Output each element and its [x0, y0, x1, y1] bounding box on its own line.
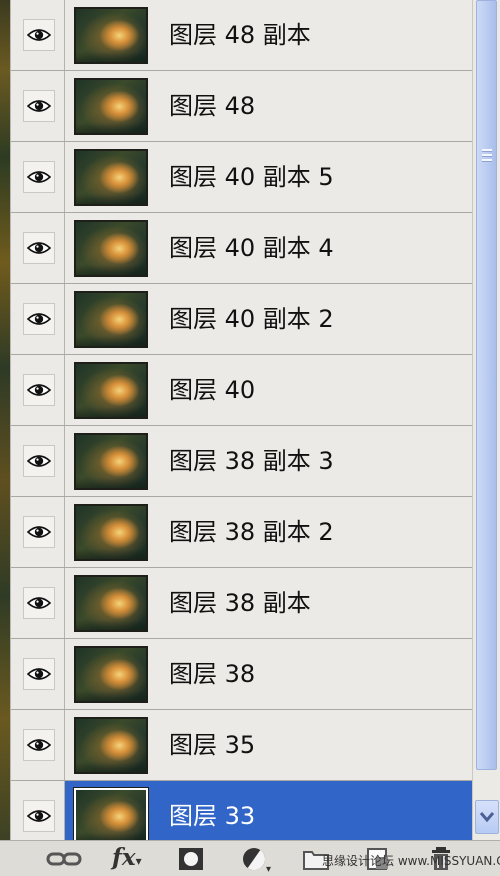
layer-row[interactable]: 图层 35 — [11, 710, 473, 781]
eye-icon[interactable] — [23, 800, 55, 832]
layer-thumbnail[interactable] — [74, 433, 148, 490]
layers-list: 图层 48 副本 图层 48 图层 40 副本 5 图层 40 副本 4 图层 … — [10, 0, 473, 840]
eye-icon[interactable] — [23, 374, 55, 406]
layer-name[interactable]: 图层 38 副本 2 — [169, 497, 334, 568]
layer-thumbnail[interactable] — [74, 7, 148, 64]
layer-name[interactable]: 图层 33 — [169, 781, 255, 840]
layer-thumbnail[interactable] — [74, 646, 148, 703]
layer-name[interactable]: 图层 40 副本 5 — [169, 142, 334, 213]
layer-thumbnail[interactable] — [74, 78, 148, 135]
layer-name[interactable]: 图层 48 — [169, 71, 255, 142]
link-layers-icon[interactable] — [44, 845, 86, 873]
visibility-cell[interactable] — [11, 639, 65, 709]
adjustment-layer-icon[interactable]: ▾ — [240, 845, 274, 873]
visibility-cell[interactable] — [11, 213, 65, 283]
layer-name[interactable]: 图层 40 副本 4 — [169, 213, 334, 284]
layer-thumbnail[interactable] — [74, 291, 148, 348]
layer-row[interactable]: 图层 40 副本 4 — [11, 213, 473, 284]
eye-icon[interactable] — [23, 587, 55, 619]
scroll-down-button[interactable] — [475, 800, 499, 834]
layer-name[interactable]: 图层 38 — [169, 639, 255, 710]
layer-thumbnail[interactable] — [74, 575, 148, 632]
visibility-cell[interactable] — [11, 0, 65, 70]
eye-icon[interactable] — [23, 161, 55, 193]
layer-row[interactable]: 图层 48 副本 — [11, 0, 473, 71]
layer-row[interactable]: 图层 48 — [11, 71, 473, 142]
layer-name[interactable]: 图层 40 — [169, 355, 255, 426]
visibility-cell[interactable] — [11, 426, 65, 496]
layer-name[interactable]: 图层 48 副本 — [169, 0, 311, 71]
fx-icon[interactable]: fx▾ — [112, 844, 142, 872]
layer-row[interactable]: 图层 38 — [11, 639, 473, 710]
layer-thumbnail[interactable] — [74, 220, 148, 277]
layer-thumbnail[interactable] — [73, 787, 149, 840]
eye-icon[interactable] — [23, 445, 55, 477]
layer-name[interactable]: 图层 40 副本 2 — [169, 284, 334, 355]
eye-icon[interactable] — [23, 303, 55, 335]
eye-icon[interactable] — [23, 658, 55, 690]
visibility-cell[interactable] — [11, 710, 65, 780]
layer-row[interactable]: 图层 38 副本 — [11, 568, 473, 639]
svg-text:▾: ▾ — [266, 864, 271, 873]
layer-thumbnail[interactable] — [74, 717, 148, 774]
eye-icon[interactable] — [23, 516, 55, 548]
scroll-grip-icon — [482, 149, 492, 162]
eye-icon[interactable] — [23, 729, 55, 761]
layer-thumbnail[interactable] — [74, 149, 148, 206]
layer-row[interactable]: 图层 38 副本 3 — [11, 426, 473, 497]
watermark-text: 思缘设计论坛 www.MISSYUAN.COM — [322, 854, 500, 868]
visibility-cell[interactable] — [11, 497, 65, 567]
visibility-cell[interactable] — [11, 568, 65, 638]
layer-row[interactable]: 图层 40 — [11, 355, 473, 426]
visibility-cell[interactable] — [11, 355, 65, 425]
background-artwork-strip — [0, 0, 10, 876]
scrollbar-thumb[interactable] — [476, 0, 497, 770]
layer-row[interactable]: 图层 38 副本 2 — [11, 497, 473, 568]
fx-label: fx — [112, 844, 136, 871]
add-mask-icon[interactable] — [176, 845, 206, 873]
eye-icon[interactable] — [23, 19, 55, 51]
layer-name[interactable]: 图层 35 — [169, 710, 255, 781]
layer-row[interactable]: 图层 40 副本 2 — [11, 284, 473, 355]
layer-thumbnail[interactable] — [74, 504, 148, 561]
eye-icon[interactable] — [23, 232, 55, 264]
visibility-cell[interactable] — [11, 284, 65, 354]
visibility-cell[interactable] — [11, 142, 65, 212]
layer-row[interactable]: 图层 40 副本 5 — [11, 142, 473, 213]
layer-thumbnail[interactable] — [74, 362, 148, 419]
eye-icon[interactable] — [23, 90, 55, 122]
chevron-down-icon — [479, 812, 495, 823]
vertical-scrollbar[interactable] — [472, 0, 500, 840]
visibility-cell[interactable] — [11, 781, 65, 840]
visibility-cell[interactable] — [11, 71, 65, 141]
layer-name[interactable]: 图层 38 副本 — [169, 568, 311, 639]
layer-row-selected[interactable]: 图层 33 — [11, 781, 473, 840]
layer-name[interactable]: 图层 38 副本 3 — [169, 426, 334, 497]
